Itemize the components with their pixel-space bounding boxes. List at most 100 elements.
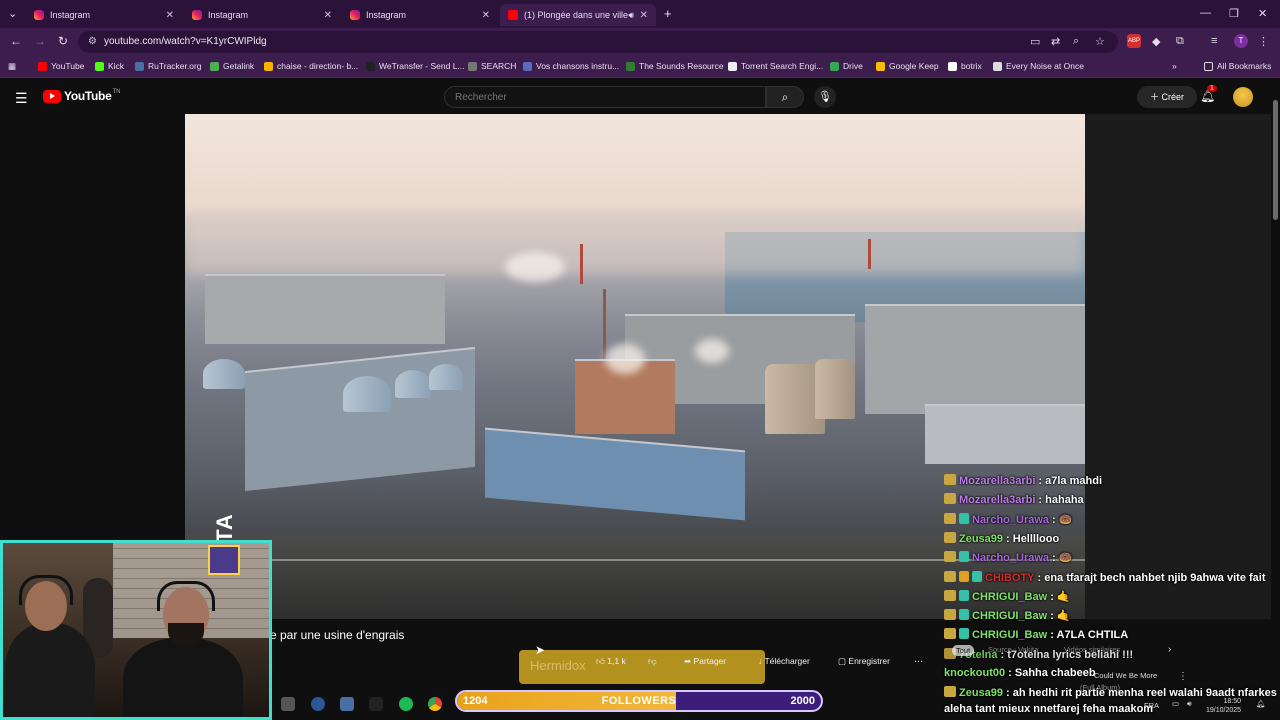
scrollbar-thumb[interactable] bbox=[1273, 100, 1278, 220]
spotify-icon[interactable] bbox=[399, 697, 413, 711]
close-icon[interactable]: ✕ bbox=[324, 10, 332, 21]
tab-instagram-3[interactable]: Instagram ✕ bbox=[342, 4, 498, 26]
maximize-icon[interactable]: ❐ bbox=[1229, 7, 1239, 20]
download-button[interactable]: ↓ Télécharger bbox=[758, 656, 810, 666]
profile-avatar[interactable]: T bbox=[1234, 34, 1248, 48]
all-bookmarks[interactable]: All Bookmarks bbox=[1204, 61, 1271, 71]
bookmark-sounds-resource[interactable]: The Sounds Resource bbox=[626, 61, 724, 71]
notifications-button[interactable]: 🔔︎ 1 bbox=[1200, 85, 1217, 103]
chat-text: : Sahha chabeeb bbox=[1008, 667, 1096, 679]
zoom-icon[interactable]: ⌕ bbox=[1073, 35, 1079, 48]
close-window-icon[interactable]: ✕ bbox=[1258, 7, 1267, 20]
tab-instagram-1[interactable]: Instagram ✕ bbox=[26, 4, 182, 26]
related-video-sub: (Full Album) bbox=[1080, 683, 1121, 692]
related-video-title[interactable]: Could We Be More bbox=[1094, 671, 1157, 680]
browser-tab-strip: ⌄ Instagram ✕ Instagram ✕ Instagram ✕ (1… bbox=[0, 0, 1280, 28]
chat-badge-icon bbox=[959, 551, 969, 562]
taskbar-app-icon[interactable] bbox=[281, 697, 295, 711]
chip-all[interactable]: Tout bbox=[952, 645, 975, 656]
tab-youtube-active[interactable]: (1) Plongée dans une ville c 🔊︎ ✕ bbox=[500, 4, 656, 26]
apps-grid-icon[interactable]: ▦ bbox=[8, 61, 16, 72]
taskbar-app-icon[interactable] bbox=[340, 697, 354, 711]
bookmark-torrent-search[interactable]: Torrent Search Engi... bbox=[728, 61, 823, 71]
bookmark-botrix[interactable]: botrix bbox=[948, 61, 982, 71]
site-info-icon[interactable]: ⚙︎ bbox=[88, 36, 97, 47]
bookmark-every-noise[interactable]: Every Noise at Once bbox=[993, 61, 1084, 71]
create-button[interactable]: ＋ Créer bbox=[1137, 86, 1197, 108]
notification-center-icon[interactable]: 🔔︎ bbox=[1256, 699, 1266, 708]
save-label: Enregistrer bbox=[848, 656, 890, 666]
share-button[interactable]: ➦ Partager bbox=[684, 656, 726, 667]
video-building bbox=[925, 404, 1085, 464]
bookmark-chansons[interactable]: Vos chansons instru... bbox=[523, 61, 619, 71]
bookmark-rutracker[interactable]: RuTracker.org bbox=[135, 61, 202, 71]
voice-search-button[interactable]: 🎙︎ bbox=[814, 86, 836, 108]
more-bookmarks-icon[interactable]: » bbox=[1172, 61, 1177, 71]
video-building bbox=[865, 304, 1085, 414]
like-button[interactable]: 👍︎ 1,1 k bbox=[596, 656, 626, 667]
tab-instagram-2[interactable]: Instagram ✕ bbox=[184, 4, 340, 26]
network-icon[interactable]: ▭ bbox=[1172, 699, 1179, 708]
chip-related[interactable]: Vidéos similaires bbox=[1064, 645, 1120, 654]
search-button[interactable]: ⌕ bbox=[766, 86, 804, 108]
bookmark-chaise[interactable]: chaise - direction- b... bbox=[264, 61, 358, 71]
reload-icon[interactable]: ↻ bbox=[58, 34, 68, 48]
bookmark-drive[interactable]: Drive bbox=[830, 61, 863, 71]
chat-text: aleha tant mieux nnetfarej feha maakom bbox=[944, 703, 1154, 715]
youtube-logo[interactable]: YouTube TN bbox=[43, 89, 120, 103]
video-building bbox=[205, 274, 445, 344]
extension-diamond-icon[interactable]: ◆ bbox=[1152, 35, 1160, 48]
close-icon[interactable]: ✕ bbox=[482, 10, 490, 21]
hamburger-menu-icon[interactable]: ☰ bbox=[15, 90, 28, 107]
speaker-icon[interactable]: 🔊︎ bbox=[628, 10, 634, 21]
tab-search-icon[interactable]: ⌄ bbox=[8, 7, 17, 20]
bookmark-google-keep[interactable]: Google Keep bbox=[876, 61, 939, 71]
dislike-button[interactable]: 👎︎ bbox=[648, 656, 657, 667]
webcam-person-left bbox=[5, 623, 95, 717]
bookmark-label: Vos chansons instru... bbox=[536, 61, 620, 71]
url-text[interactable]: youtube.com/watch?v=K1yrCWIPldg bbox=[104, 36, 267, 47]
minimize-icon[interactable]: — bbox=[1200, 7, 1211, 19]
reading-list-icon[interactable]: ≡ bbox=[1211, 35, 1217, 47]
browser-menu-icon[interactable]: ⋮ bbox=[1258, 35, 1269, 48]
search-input[interactable] bbox=[445, 87, 745, 108]
share-icon: ➦ bbox=[684, 656, 692, 666]
bookmark-star-icon[interactable]: ☆ bbox=[1095, 35, 1105, 48]
followers-goal: 2000 bbox=[790, 695, 815, 707]
new-tab-button[interactable]: + bbox=[664, 6, 672, 21]
bookmark-youtube[interactable]: YouTube bbox=[38, 61, 84, 71]
address-bar[interactable]: ⚙︎ youtube.com/watch?v=K1yrCWIPldg bbox=[78, 31, 1118, 53]
chat-username: CHRIGUI_Baw bbox=[972, 610, 1048, 622]
search-box[interactable] bbox=[444, 86, 766, 108]
save-button[interactable]: ▢ Enregistrer bbox=[838, 656, 890, 667]
back-icon[interactable]: ← bbox=[10, 34, 22, 48]
bookmark-wetransfer[interactable]: WeTransfer - Send L... bbox=[366, 61, 465, 71]
bookmark-search[interactable]: SEARCH bbox=[468, 61, 516, 71]
notification-count: 1 bbox=[1207, 85, 1217, 92]
chat-username: Narcho_Urawa bbox=[972, 552, 1050, 564]
taskbar-app-icon[interactable] bbox=[311, 697, 325, 711]
bookmark-label: The Sounds Resource bbox=[639, 61, 724, 71]
close-icon[interactable]: ✕ bbox=[640, 10, 648, 21]
adblock-extension-icon[interactable]: ABP bbox=[1127, 34, 1141, 48]
taskbar-live-icon[interactable] bbox=[369, 697, 383, 711]
bookmark-kick[interactable]: Kick bbox=[95, 61, 124, 71]
chat-message: Mozarella3arbi: hahaha bbox=[944, 493, 1084, 506]
account-avatar[interactable] bbox=[1233, 87, 1253, 107]
chrome-icon[interactable] bbox=[428, 697, 442, 711]
search-site-icon bbox=[468, 61, 477, 71]
thumbs-up-icon: 👍︎ bbox=[596, 656, 605, 666]
system-clock[interactable]: 18:50 19/10/2025 bbox=[1206, 697, 1241, 715]
volume-icon[interactable]: 🔊︎ bbox=[1187, 699, 1192, 709]
cast-icon[interactable]: ▭ bbox=[1030, 35, 1040, 48]
forward-icon[interactable]: → bbox=[34, 34, 46, 48]
chip-source[interactable]: Source : Vakita bbox=[988, 645, 1038, 654]
close-icon[interactable]: ✕ bbox=[166, 10, 174, 21]
more-actions-button[interactable]: ... bbox=[914, 653, 923, 665]
bookmark-getalink[interactable]: Getalink bbox=[210, 61, 254, 71]
translate-icon[interactable]: ⇄ bbox=[1051, 35, 1060, 48]
more-vert-icon[interactable]: ⋮ bbox=[1178, 671, 1188, 682]
extensions-puzzle-icon[interactable]: ⧉ bbox=[1176, 35, 1184, 48]
chevron-right-icon[interactable]: › bbox=[1168, 644, 1171, 655]
language-indicator[interactable]: FRA bbox=[1144, 701, 1159, 710]
